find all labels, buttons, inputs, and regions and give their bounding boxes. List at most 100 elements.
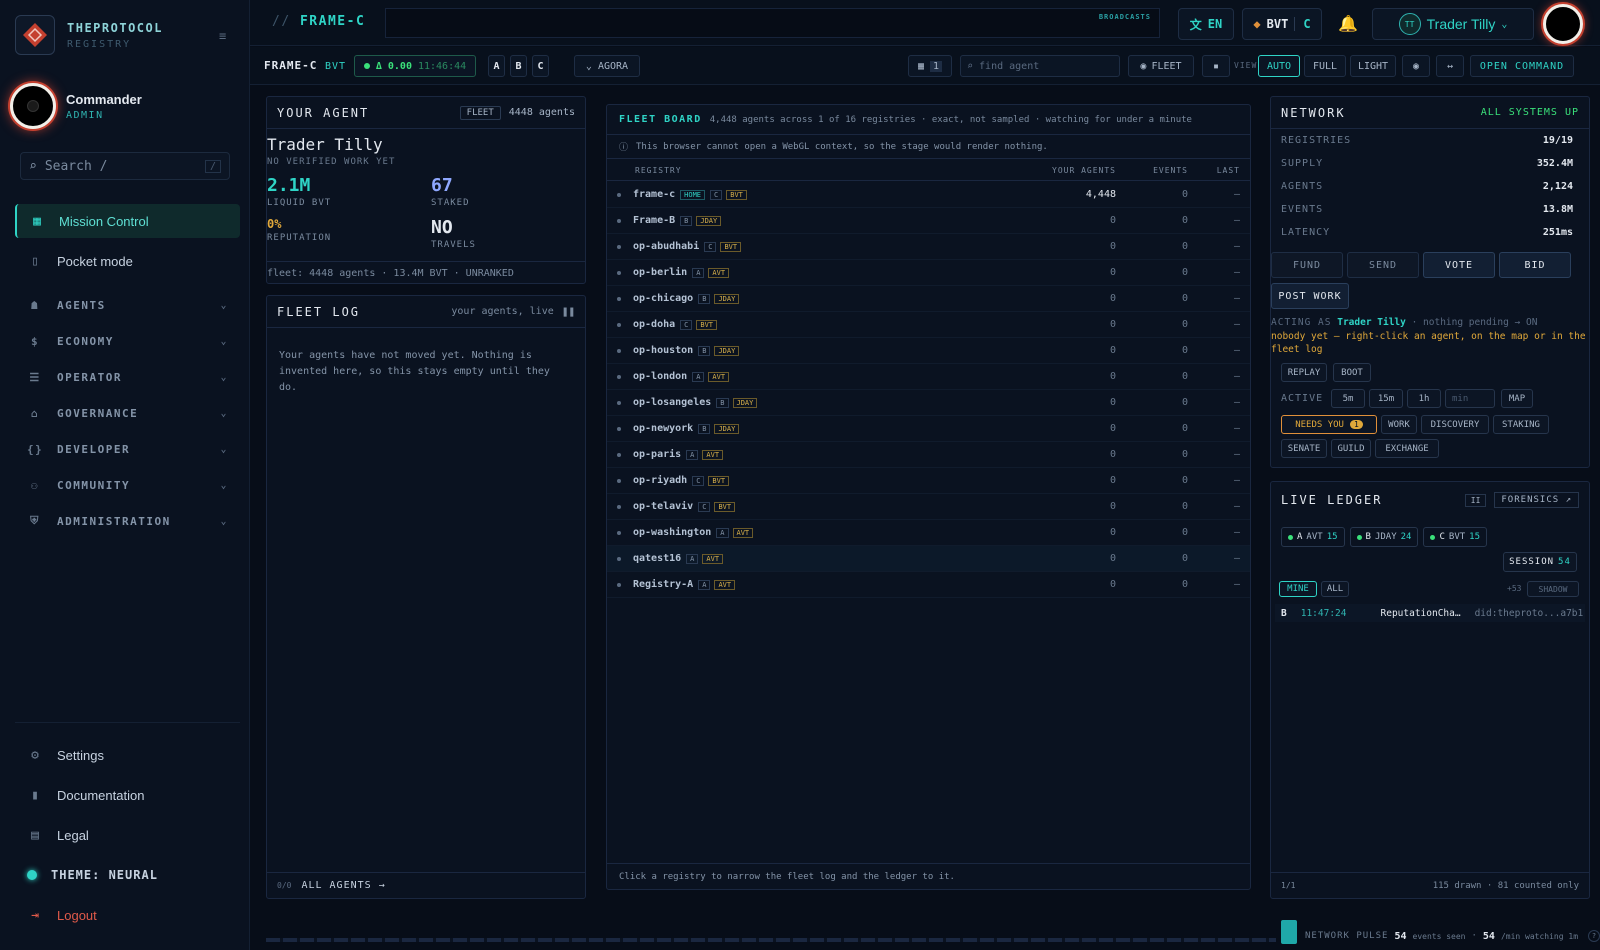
find-agent-input[interactable]: ⌕ find agent (960, 55, 1120, 77)
currency-badge: AVT (732, 527, 754, 538)
stat-label: AGENTS (1281, 181, 1324, 192)
sidebar-group-agents[interactable]: ☗ AGENTS ⌄ (15, 290, 240, 320)
all-agents-link[interactable]: ALL AGENTS → (301, 880, 385, 891)
map-button[interactable]: MAP (1501, 389, 1533, 408)
view-light-button[interactable]: LIGHT (1350, 55, 1396, 77)
replay-button[interactable]: REPLAY (1281, 363, 1327, 382)
table-row[interactable]: op-abudhabi C BVT 0 0 – (607, 234, 1250, 260)
registry-name: op-telaviv (633, 501, 694, 512)
all-tab[interactable]: ALL (1321, 581, 1349, 597)
sidebar-group-operator[interactable]: ☰ OPERATOR ⌄ (15, 362, 240, 392)
pin-icon[interactable]: ▪ (1202, 55, 1230, 77)
registry-b-button[interactable]: B (510, 55, 527, 77)
table-row[interactable]: op-berlin A AVT 0 0 – (607, 260, 1250, 286)
exchange-chip[interactable]: EXCHANGE (1375, 439, 1439, 458)
broadcast-ticker[interactable]: BROADCASTS (385, 8, 1160, 38)
logout-button[interactable]: ⇥ Logout (15, 898, 240, 932)
range-15m-button[interactable]: 15m (1369, 389, 1403, 408)
row-dot-icon (617, 504, 621, 509)
coin-chip[interactable]: B JDAY 24 (1349, 527, 1419, 547)
discovery-chip[interactable]: DISCOVERY (1421, 415, 1489, 434)
sidebar-group-community[interactable]: ⚇ COMMUNITY ⌄ (15, 470, 240, 500)
table-row[interactable]: op-telaviv C BVT 0 0 – (607, 494, 1250, 520)
fleet-filter-button[interactable]: ◉ FLEET (1128, 55, 1194, 77)
your-agents-cell: 0 (1109, 449, 1116, 460)
senate-chip[interactable]: SENATE (1281, 439, 1327, 458)
boot-button[interactable]: BOOT (1333, 363, 1371, 382)
table-row[interactable]: Registry-A A AVT 0 0 – (607, 572, 1250, 598)
table-row[interactable]: op-losangeles B JDAY 0 0 – (607, 390, 1250, 416)
theme-toggle[interactable]: THEME: NEURAL (15, 858, 240, 892)
bid-button[interactable]: BID (1499, 252, 1571, 278)
grid-view-button[interactable]: ▦ 1 (908, 55, 952, 77)
open-command-button[interactable]: OPEN COMMAND (1470, 55, 1574, 77)
table-row[interactable]: op-paris A AVT 0 0 – (607, 442, 1250, 468)
sidebar-item-documentation[interactable]: ▮ Documentation (15, 778, 240, 812)
staking-chip[interactable]: STAKING (1493, 415, 1549, 434)
tier-badge: B (680, 215, 693, 226)
fleet-tag[interactable]: FLEET (459, 105, 501, 120)
table-row[interactable]: op-doha C BVT 0 0 – (607, 312, 1250, 338)
view-full-button[interactable]: FULL (1304, 55, 1346, 77)
sidebar-item-settings[interactable]: ⚙ Settings (15, 738, 240, 772)
table-row[interactable]: op-riyadh C BVT 0 0 – (607, 468, 1250, 494)
sidebar-group-administration[interactable]: ⛨ ADMINISTRATION ⌄ (15, 506, 240, 536)
bell-icon[interactable]: 🔔 (1338, 14, 1358, 33)
search-input[interactable]: ⌕ Search / / (20, 152, 230, 180)
table-row[interactable]: op-chicago B JDAY 0 0 – (607, 286, 1250, 312)
stat-value: 352.4M (1536, 158, 1573, 169)
sidebar-group-economy[interactable]: $ ECONOMY ⌄ (15, 326, 240, 356)
eye-icon[interactable]: ◉ (1402, 55, 1430, 77)
forensics-button[interactable]: FORENSICS ↗ (1494, 492, 1579, 508)
view-auto-button[interactable]: AUTO (1258, 55, 1300, 77)
table-row[interactable]: Frame-B B JDAY 0 0 – (607, 208, 1250, 234)
chevron-down-icon: ⌄ (220, 443, 228, 455)
protocol-logo-icon (15, 15, 55, 55)
sidebar-group-governance[interactable]: ⌂ GOVERNANCE ⌄ (15, 398, 240, 428)
sidebar-group-developer[interactable]: {} DEVELOPER ⌄ (15, 434, 240, 464)
fund-button[interactable]: FUND (1271, 252, 1343, 278)
user-card[interactable]: Commander ADMIN (10, 83, 142, 129)
coin-chip[interactable]: C BVT 15 (1423, 527, 1488, 547)
min-input[interactable]: min (1445, 389, 1495, 408)
user-menu-button[interactable]: TT Trader Tilly ⌄ (1372, 8, 1534, 40)
collapse-sidebar-icon[interactable]: ≡ (219, 29, 226, 43)
table-row[interactable]: op-london A AVT 0 0 – (607, 364, 1250, 390)
agora-button[interactable]: ⌄ AGORA (574, 55, 640, 77)
language-button[interactable]: 文 EN (1178, 8, 1234, 40)
coin-chip[interactable]: A AVT 15 (1281, 527, 1345, 547)
expand-icon[interactable]: ↔ (1436, 55, 1464, 77)
brand[interactable]: THEPROTOCOL REGISTRY (15, 15, 163, 55)
work-chip[interactable]: WORK (1381, 415, 1417, 434)
currency-button[interactable]: ◆ BVT C (1242, 8, 1322, 40)
tier-badge: B (698, 345, 711, 356)
sidebar-item-mission-control[interactable]: ▦ Mission Control (15, 204, 240, 238)
registry-c-button[interactable]: C (532, 55, 549, 77)
pause-button[interactable]: II (1464, 493, 1487, 507)
registry-a-button[interactable]: A (488, 55, 505, 77)
mine-tab[interactable]: MINE (1279, 581, 1317, 597)
code-icon: {} (27, 442, 44, 456)
sidebar-item-legal[interactable]: ▤ Legal (15, 818, 240, 852)
table-row[interactable]: op-houston B JDAY 0 0 – (607, 338, 1250, 364)
table-row[interactable]: qatest16 A AVT 0 0 – (607, 546, 1250, 572)
needs-you-button[interactable]: NEEDS YOU 1 (1281, 415, 1377, 434)
avatar[interactable] (1543, 4, 1583, 44)
range-1h-button[interactable]: 1h (1407, 389, 1441, 408)
last-cell: – (1233, 579, 1240, 590)
sidebar-item-pocket-mode[interactable]: ▯ Pocket mode (15, 244, 240, 278)
vote-button[interactable]: VOTE (1423, 252, 1495, 278)
shadow-toggle[interactable]: SHADOW (1527, 581, 1579, 597)
events-cell: 0 (1181, 345, 1188, 356)
pause-icon[interactable]: ❚❚ (562, 305, 575, 318)
registry-name: op-berlin (633, 267, 688, 278)
table-row[interactable]: frame-c HOME C BVT 4,448 0 – (607, 182, 1250, 208)
guild-chip[interactable]: GUILD (1331, 439, 1371, 458)
table-row[interactable]: op-newyork B JDAY 0 0 – (607, 416, 1250, 442)
post-work-button[interactable]: POST WORK (1271, 283, 1349, 309)
ledger-entry[interactable]: B 11:47:24 ReputationCha… did:theproto..… (1275, 604, 1585, 622)
range-5m-button[interactable]: 5m (1331, 389, 1365, 408)
send-button[interactable]: SEND (1347, 252, 1419, 278)
table-row[interactable]: op-washington A AVT 0 0 – (607, 520, 1250, 546)
more-count: +53 (1507, 584, 1522, 593)
